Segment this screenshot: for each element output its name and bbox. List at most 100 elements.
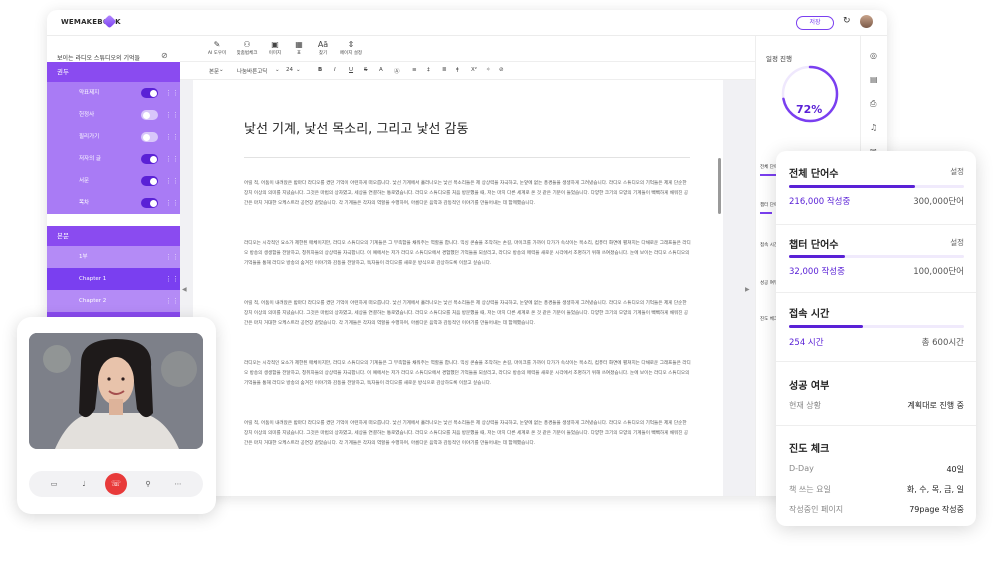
document-title[interactable]: 낯선 기계, 낯선 목소리, 그리고 낯선 감동 [244, 118, 468, 137]
line-spacing-icon[interactable]: ‡ [427, 67, 430, 73]
editor-scrollbar[interactable] [718, 158, 721, 214]
camera-icon[interactable]: ▭ [45, 475, 63, 493]
video-call-card: ▭ ♩ ☏ ⚲ ⋯ [17, 317, 216, 514]
style-select[interactable]: 본문 [209, 67, 219, 75]
section-front[interactable]: 권두 [47, 62, 180, 82]
tool-label: 맞춤법체크 [236, 51, 258, 56]
paragraph[interactable]: 어릴 적, 어둠이 내려앉은 밤마다 라디오를 켰던 기억이 아련하게 떠오릅니… [244, 299, 692, 341]
drag-handle-icon[interactable]: ⋮⋮ [165, 148, 179, 170]
user-avatar[interactable] [860, 15, 873, 28]
toggle-switch[interactable] [141, 88, 158, 98]
logo-mark-icon [102, 14, 117, 29]
success-section: 성공 여부 현재 상황 계획대로 진행 중 [776, 362, 976, 426]
special-char-icon[interactable]: ✧ [486, 67, 491, 73]
mic-icon[interactable]: ♩ [75, 475, 93, 493]
toggle-switch[interactable] [141, 132, 158, 142]
progress-track [789, 255, 964, 258]
collapse-right-icon[interactable]: ▶ [745, 286, 750, 293]
current-value: 216,000 작성중 [789, 197, 851, 207]
settings-link[interactable]: 설정 [950, 166, 964, 177]
document-page[interactable]: 낯선 기계, 낯선 목소리, 그리고 낯선 감동 어릴 적, 어둠이 내려앉은 … [193, 80, 723, 496]
drag-handle-icon[interactable]: ⋮⋮ [165, 290, 179, 312]
toggle-switch[interactable] [141, 154, 158, 164]
top-bar: WEMAKEBOOK 저장 ↻ [47, 10, 887, 36]
sidebar-item[interactable]: 필리가기 ⋮⋮ [47, 126, 180, 148]
toggle-switch[interactable] [141, 198, 158, 208]
toggle-switch[interactable] [141, 176, 158, 186]
chevron-down-icon[interactable]: ⌄ [275, 67, 280, 73]
sidebar-item[interactable]: 목차 ⋮⋮ [47, 192, 180, 214]
progress-percent: 72% [796, 103, 823, 116]
title-divider [244, 157, 690, 158]
sidebar-item-label: 서문 [79, 178, 90, 184]
paragraph[interactable]: 어릴 적, 어둠이 내려앉은 밤마다 라디오를 켰던 기억이 아련하게 떠오릅니… [244, 179, 692, 221]
toggle-switch[interactable] [141, 110, 158, 120]
sidebar-item[interactable]: 약표제지 ⋮⋮ [47, 82, 180, 104]
section-label: 본문 [57, 232, 69, 240]
check-circle-icon[interactable]: ⊘ [161, 51, 168, 60]
bold-icon[interactable]: B [318, 67, 322, 73]
settings-link[interactable]: 설정 [950, 237, 964, 248]
italic-icon[interactable]: I [334, 67, 336, 73]
collapse-left-icon[interactable]: ◀ [182, 286, 187, 293]
paragraph[interactable]: 라디오는 시각적인 요소가 제한된 매체이지만, 라디오 스튜디오의 기계들은 … [244, 239, 692, 291]
highlight-icon[interactable]: Ⓐ [394, 67, 400, 75]
save-button[interactable]: 저장 [796, 16, 834, 30]
tool-label: 이미지 [268, 51, 282, 56]
section-body[interactable]: 본문 [47, 226, 180, 246]
row-label: 책 쓰는 요일 [789, 485, 831, 494]
progress-check-section: 진도 체크 D-Day 40일 책 쓰는 요일 화, 수, 목, 금, 일 작성… [776, 426, 976, 526]
align-icon[interactable]: ≡ [412, 67, 417, 73]
sidebar-item-part[interactable]: 1부 ⋮⋮ [47, 246, 180, 268]
ai-assistant-button[interactable]: ✎ AI 도우미 [200, 40, 234, 56]
font-select[interactable]: 나눔바른고딕 [237, 67, 267, 75]
sidebar-item-label: 헌정사 [79, 112, 95, 118]
paragraph-icon[interactable]: ≣ [442, 67, 447, 73]
paragraph[interactable]: 어릴 적, 어둠이 내려앉은 밤마다 라디오를 켰던 기억이 아련하게 떠오릅니… [244, 419, 692, 461]
sidebar-item-chapter-1[interactable]: Chapter 1 ⋮⋮ [47, 268, 180, 290]
sidebar-item[interactable]: 헌정사 ⋮⋮ [47, 104, 180, 126]
underline-icon[interactable]: U [349, 67, 353, 73]
target-icon[interactable]: ◎ [870, 51, 877, 60]
drag-handle-icon[interactable]: ⋮⋮ [165, 246, 179, 268]
refresh-icon[interactable]: ↻ [843, 16, 851, 26]
row-label: 작성중인 페이지 [789, 505, 844, 514]
drag-handle-icon[interactable]: ⋮⋮ [165, 126, 179, 148]
section-title: 전체 단어수 [789, 169, 839, 180]
chevron-down-icon[interactable]: ⌄ [296, 67, 301, 73]
page-setup-button[interactable]: ⇕ 페이지 설정 [334, 40, 368, 56]
drag-handle-icon[interactable]: ⋮⋮ [165, 170, 179, 192]
sidebar-item-label: Chapter 2 [79, 298, 107, 304]
print-icon[interactable]: ⎙ [870, 99, 876, 109]
magic-wand-icon: ✎ [213, 40, 221, 49]
strikethrough-icon[interactable]: S [364, 67, 368, 73]
text-color-icon[interactable]: A [379, 67, 383, 73]
drag-handle-icon[interactable]: ⋮⋮ [165, 192, 179, 214]
drag-handle-icon[interactable]: ⋮⋮ [165, 268, 179, 290]
link-icon[interactable]: ⊘ [499, 67, 504, 73]
font-size-select[interactable]: 24 [286, 67, 293, 73]
layout-icon[interactable]: ▤ [870, 75, 878, 84]
target-value: 300,000단어 [913, 197, 964, 207]
status-label: 현재 상황 [789, 401, 821, 410]
target-value: 100,000단어 [913, 267, 964, 277]
sidebar-item[interactable]: 저자의 글 ⋮⋮ [47, 148, 180, 170]
more-icon[interactable]: ⋯ [169, 475, 187, 493]
drag-handle-icon[interactable]: ⋮⋮ [165, 82, 179, 104]
paragraph[interactable]: 라디오는 시각적인 요소가 제한된 매체이지만, 라디오 스튜디오의 기계들은 … [244, 359, 692, 401]
sidebar-item-label: 약표제지 [79, 90, 100, 96]
row-value: 79page 작성중 [909, 505, 964, 514]
video-feed [29, 333, 203, 449]
bell-icon[interactable]: ♫ [870, 123, 877, 132]
main-toolbar: ✎ AI 도우미 ⚇ 맞춤법체크 ▣ 이미지 ▦ 표 Aā 찾기 ⇕ 페이지 설정 [180, 36, 755, 62]
superscript-icon[interactable]: X² [471, 67, 477, 73]
drag-handle-icon[interactable]: ⋮⋮ [165, 104, 179, 126]
chevron-down-icon[interactable]: ⌄ [219, 67, 224, 73]
phone-hangup-icon[interactable]: ☏ [105, 473, 127, 495]
character-spacing-icon[interactable]: ǂ [456, 67, 459, 73]
add-user-icon[interactable]: ⚲ [139, 475, 157, 493]
sidebar-item-chapter-2[interactable]: Chapter 2 ⋮⋮ [47, 290, 180, 312]
sidebar-item-label: 목차 [79, 200, 90, 206]
chapter-words-section: 챕터 단어수 설정 32,000 작성중 100,000단어 [776, 225, 976, 293]
sidebar-item[interactable]: 서문 ⋮⋮ [47, 170, 180, 192]
